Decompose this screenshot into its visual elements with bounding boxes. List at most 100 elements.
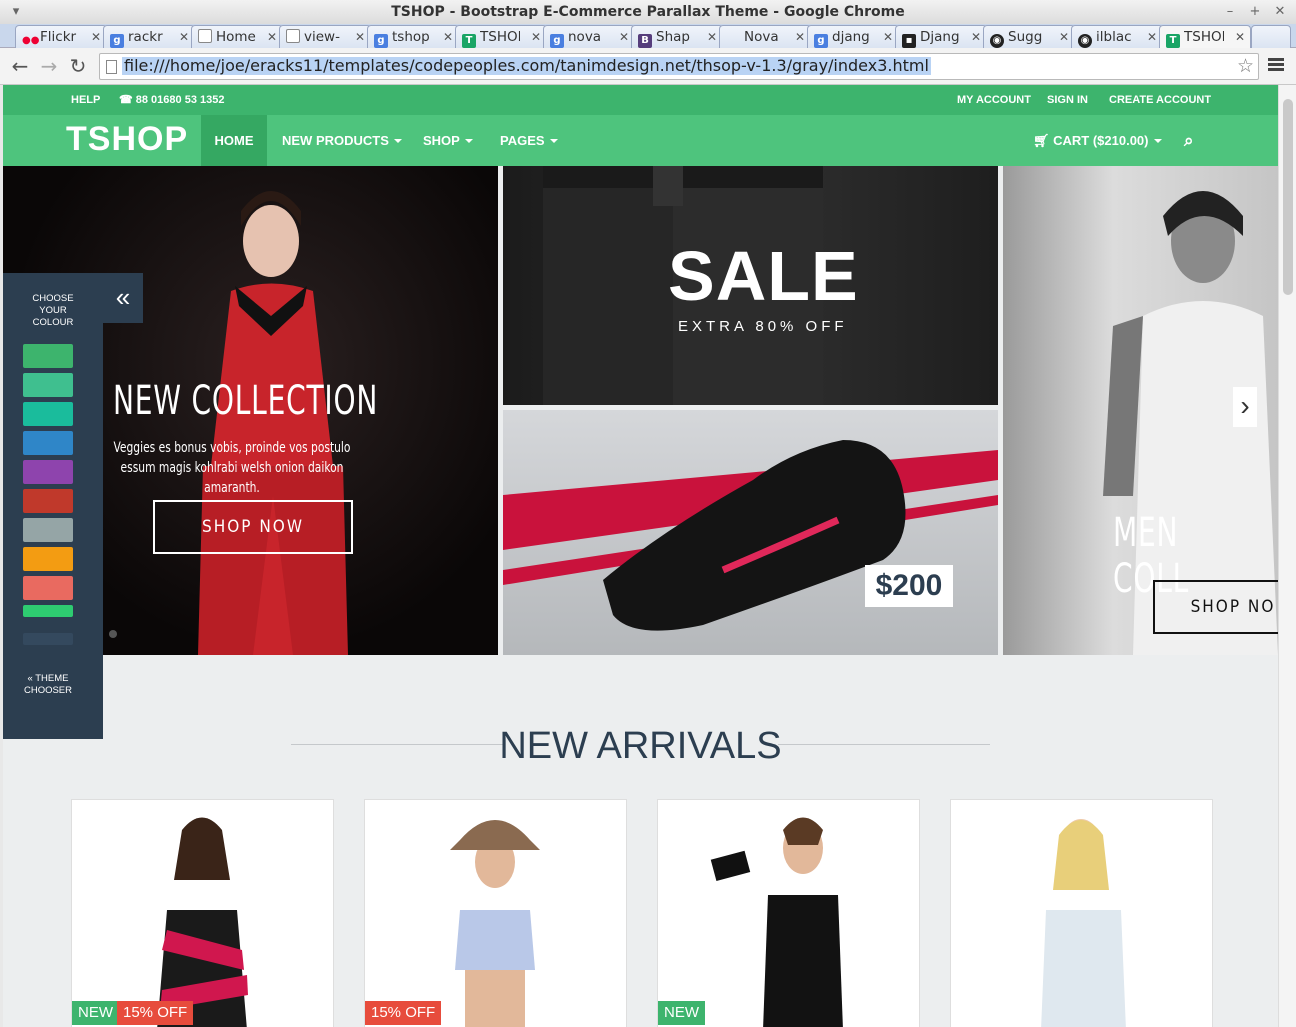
caret-down-icon xyxy=(393,139,402,143)
colour-swatch[interactable] xyxy=(23,402,73,426)
hero-shoe[interactable]: $200 xyxy=(503,410,998,655)
browser-tab[interactable]: TTSHOP✕ xyxy=(455,25,547,48)
sale-title: SALE xyxy=(668,237,859,315)
tab-close-icon[interactable]: ✕ xyxy=(443,26,453,48)
tab-close-icon[interactable]: ✕ xyxy=(179,26,189,48)
colour-swatch[interactable] xyxy=(23,547,73,571)
browser-tab[interactable]: view- ✕ xyxy=(279,25,371,48)
collapse-chooser-icon[interactable]: « xyxy=(103,273,143,323)
tab-close-icon[interactable]: ✕ xyxy=(1147,26,1157,48)
discount-badge: 15% OFF xyxy=(117,1001,194,1025)
hero4-shop-button[interactable]: SHOP NO xyxy=(1153,580,1278,634)
browser-tab[interactable]: ●●Flickr ✕ xyxy=(15,25,107,48)
colour-swatch[interactable] xyxy=(23,489,73,513)
colour-swatch[interactable] xyxy=(23,344,73,368)
tab-close-icon[interactable]: ✕ xyxy=(267,26,277,48)
browser-tab[interactable]: Nova ✕ xyxy=(719,25,811,48)
browser-tab[interactable]: ◉ ilblac ✕ xyxy=(1071,25,1163,48)
maximize-icon[interactable]: + xyxy=(1243,0,1267,24)
window-titlebar: ▾ TSHOP - Bootstrap E-Commerce Parallax … xyxy=(0,0,1296,24)
browser-tab[interactable]: g tshop ✕ xyxy=(367,25,459,48)
colour-swatch[interactable] xyxy=(23,633,73,645)
colour-swatch[interactable] xyxy=(23,431,73,455)
colour-swatch[interactable] xyxy=(23,605,73,617)
hero-shoe-image xyxy=(503,440,998,631)
forward-icon[interactable]: → xyxy=(37,54,61,78)
tab-close-icon[interactable]: ✕ xyxy=(971,26,981,48)
url-text[interactable]: file:///home/joe/eracks11/templates/code… xyxy=(122,57,931,75)
colour-swatch[interactable] xyxy=(23,373,73,397)
product-card[interactable]: NEW 15% OFF xyxy=(71,799,334,1027)
my-account-link[interactable]: MY ACCOUNT xyxy=(957,85,1031,115)
new-tab-button[interactable] xyxy=(1251,25,1291,48)
create-account-link[interactable]: CREATE ACCOUNT xyxy=(1109,85,1211,115)
browser-tab[interactable]: B Shap ✕ xyxy=(631,25,723,48)
tab-close-icon[interactable]: ✕ xyxy=(91,26,101,48)
address-bar[interactable]: file:///home/joe/eracks11/templates/code… xyxy=(99,53,1259,80)
scrollbar-thumb[interactable] xyxy=(1283,99,1293,295)
tab-close-icon[interactable]: ✕ xyxy=(795,26,805,48)
window-menu-icon[interactable]: ▾ xyxy=(4,0,28,24)
help-link[interactable]: HELP xyxy=(71,85,100,115)
new-badge: NEW xyxy=(658,1001,705,1025)
bookmark-star-icon[interactable]: ☆ xyxy=(1237,55,1254,77)
tab-close-icon[interactable]: ✕ xyxy=(707,26,717,48)
browser-tab[interactable]: ▪ Djang ✕ xyxy=(895,25,987,48)
nav-home[interactable]: HOME xyxy=(201,115,267,166)
browser-toolbar: ← → ↻ file:///home/joe/eracks11/template… xyxy=(0,48,1296,85)
caret-down-icon xyxy=(549,139,558,143)
nav-new-products[interactable]: NEW PRODUCTS xyxy=(282,115,402,166)
tab-close-icon[interactable]: ✕ xyxy=(1059,26,1069,48)
tab-close-icon[interactable]: ✕ xyxy=(619,26,629,48)
browser-tab[interactable]: g rackr ✕ xyxy=(103,25,195,48)
hero-sale[interactable]: SALE EXTRA 80% OFF xyxy=(503,166,998,405)
colour-swatch[interactable] xyxy=(23,460,73,484)
browser-tab[interactable]: g nova ✕ xyxy=(543,25,635,48)
reload-icon[interactable]: ↻ xyxy=(66,54,90,78)
bootstrap-icon: B xyxy=(638,34,652,48)
browser-tab[interactable]: g djang ✕ xyxy=(807,25,899,48)
minimize-icon[interactable]: – xyxy=(1218,0,1242,24)
site-navbar: TSHOP HOME NEW PRODUCTS SHOP PAGES 🛒︎ CA… xyxy=(3,115,1278,166)
back-icon[interactable]: ← xyxy=(8,54,32,78)
tab-close-icon[interactable]: ✕ xyxy=(1235,26,1245,48)
tshop-icon: T xyxy=(462,34,476,48)
browser-tab[interactable]: ◉ Sugg ✕ xyxy=(983,25,1075,48)
product-card[interactable] xyxy=(950,799,1213,1027)
search-icon[interactable]: ⌕ xyxy=(1184,115,1194,166)
product-card[interactable]: NEW xyxy=(657,799,920,1027)
chrome-menu-icon[interactable] xyxy=(1268,56,1284,76)
nav-shop[interactable]: SHOP xyxy=(423,115,473,166)
google-icon: g xyxy=(110,34,124,48)
colour-swatch[interactable] xyxy=(23,619,73,631)
sign-in-link[interactable]: SIGN IN xyxy=(1047,85,1088,115)
price-tag: $200 xyxy=(865,565,953,607)
browser-tab-active[interactable]: TTSHOP✕ xyxy=(1159,25,1251,48)
site-logo[interactable]: TSHOP xyxy=(66,119,188,159)
carousel-next-arrow[interactable]: › xyxy=(1233,387,1257,427)
carousel-dot[interactable] xyxy=(109,630,117,638)
section-title: NEW ARRIVALS xyxy=(499,725,782,767)
tab-close-icon[interactable]: ✕ xyxy=(531,26,541,48)
theme-chooser-label[interactable]: « THEME CHOOSER xyxy=(3,673,93,697)
page-icon xyxy=(106,60,117,74)
product-image xyxy=(450,820,540,1027)
colour-swatch[interactable] xyxy=(23,576,73,600)
page-icon xyxy=(198,29,212,43)
caret-down-icon xyxy=(464,139,473,143)
cart-dropdown[interactable]: 🛒︎ CART ($210.00) xyxy=(1033,115,1162,166)
colour-swatch[interactable] xyxy=(23,518,73,542)
google-icon: g xyxy=(550,34,564,48)
github-icon: ◉ xyxy=(990,34,1004,48)
close-icon[interactable]: ✕ xyxy=(1268,0,1292,24)
theme-chooser-panel: « CHOOSE YOUR COLOUR « THEME CHOOSER xyxy=(3,273,143,739)
page-viewport: HELP ☎ 88 01680 53 1352 MY ACCOUNT SIGN … xyxy=(3,85,1278,1027)
product-card[interactable]: 15% OFF xyxy=(364,799,627,1027)
nav-pages[interactable]: PAGES xyxy=(500,115,558,166)
hero1-shop-now-button[interactable]: SHOP NOW xyxy=(153,500,353,554)
browser-tab[interactable]: Home ✕ xyxy=(191,25,283,48)
tab-close-icon[interactable]: ✕ xyxy=(883,26,893,48)
page-scrollbar[interactable] xyxy=(1278,85,1296,1027)
tab-close-icon[interactable]: ✕ xyxy=(355,26,365,48)
discount-badge: 15% OFF xyxy=(365,1001,442,1025)
